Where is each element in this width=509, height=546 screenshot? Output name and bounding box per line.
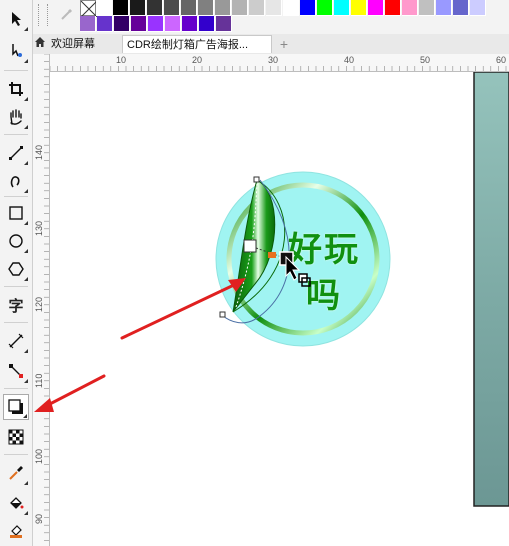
hand-icon <box>10 109 22 125</box>
vertical-ruler[interactable]: 140 130 120 110 100 90 <box>32 54 50 546</box>
ellipse-icon <box>9 234 23 248</box>
eyedropper-tool[interactable] <box>3 460 29 486</box>
text-icon: 字 <box>8 296 24 315</box>
toolbox: 字 <box>0 0 33 546</box>
dimension-line-icon <box>8 333 24 349</box>
crop-tool[interactable] <box>3 76 29 102</box>
hruler-label: 30 <box>268 55 279 65</box>
hruler-label: 20 <box>192 55 203 65</box>
vruler-label: 100 <box>34 448 44 464</box>
color-swatch[interactable] <box>96 0 112 16</box>
color-swatch[interactable] <box>385 0 401 16</box>
poster-background[interactable] <box>473 72 509 507</box>
color-swatch[interactable] <box>351 0 367 16</box>
eyedropper-icon[interactable] <box>60 6 74 20</box>
tab-document-label: CDR绘制灯箱广告海报... <box>127 39 248 51</box>
home-icon <box>34 36 46 48</box>
color-swatch[interactable] <box>249 0 265 16</box>
smart-fill-icon <box>10 525 22 538</box>
tab-welcome-label: 欢迎屏幕 <box>51 38 95 50</box>
color-swatch[interactable] <box>165 16 181 32</box>
checkerboard-icon <box>8 429 24 445</box>
color-swatch[interactable] <box>232 0 248 16</box>
horizontal-ruler[interactable]: 10 20 30 40 50 60 <box>50 54 509 72</box>
rectangle-tool[interactable] <box>3 200 29 226</box>
artistic-media-tool[interactable] <box>3 168 29 194</box>
color-swatch[interactable] <box>131 16 147 32</box>
vruler-label: 120 <box>34 296 44 312</box>
eyedropper-icon <box>9 466 23 480</box>
connector-tool[interactable] <box>3 358 29 384</box>
color-swatch[interactable] <box>419 0 435 16</box>
text-tool[interactable]: 字 <box>3 292 29 318</box>
document-tab-bar: 欢迎屏幕 CDR绘制灯箱广告海报... + <box>32 34 509 55</box>
color-swatch[interactable] <box>317 0 333 16</box>
hruler-label: 60 <box>496 55 507 65</box>
color-swatch[interactable] <box>164 0 180 16</box>
color-swatch[interactable] <box>453 0 469 16</box>
pan-tool[interactable] <box>3 104 29 130</box>
freehand-tool[interactable] <box>3 140 29 166</box>
color-swatch[interactable] <box>80 16 96 32</box>
palette-scroll-handle[interactable] <box>38 4 48 26</box>
color-swatch[interactable] <box>436 0 452 16</box>
drawing-canvas[interactable]: 好玩 吗 <box>50 72 509 546</box>
color-swatch[interactable] <box>300 0 316 16</box>
hruler-label: 40 <box>344 55 355 65</box>
interactive-fill-tool[interactable] <box>3 490 29 516</box>
color-swatch[interactable] <box>181 0 197 16</box>
badge-text-line1[interactable]: 好玩 <box>288 222 360 271</box>
tab-document[interactable]: CDR绘制灯箱广告海报... <box>122 35 272 53</box>
paint-bucket-icon <box>10 497 24 509</box>
vruler-label: 90 <box>34 513 44 524</box>
new-tab-button[interactable]: + <box>276 35 292 53</box>
ellipse-tool[interactable] <box>3 228 29 254</box>
pick-tool[interactable] <box>3 6 29 32</box>
parallel-dimension-tool[interactable] <box>3 328 29 354</box>
polygon-icon <box>8 262 24 276</box>
connector-icon <box>9 364 23 378</box>
color-swatch[interactable] <box>216 16 232 32</box>
color-swatch[interactable] <box>402 0 418 16</box>
pointer-icon <box>12 12 21 26</box>
color-swatch[interactable] <box>182 16 198 32</box>
polygon-tool[interactable] <box>3 256 29 282</box>
annotation-arrow-to-toolbox <box>34 374 106 412</box>
color-swatch[interactable] <box>283 0 299 16</box>
color-swatch[interactable] <box>199 16 215 32</box>
color-swatch[interactable] <box>470 0 486 16</box>
smart-fill-tool[interactable] <box>3 518 29 544</box>
color-swatch[interactable] <box>113 0 129 16</box>
color-swatch[interactable] <box>334 0 350 16</box>
color-swatch[interactable] <box>130 0 146 16</box>
drop-shadow-icon <box>8 399 23 414</box>
color-swatch[interactable] <box>266 0 282 16</box>
vruler-label: 130 <box>34 220 44 236</box>
hruler-label: 10 <box>116 55 127 65</box>
color-palette <box>32 0 509 34</box>
badge-text-line2[interactable]: 吗 <box>306 268 340 317</box>
rectangle-icon <box>9 206 23 220</box>
color-swatch[interactable] <box>147 0 163 16</box>
no-color-swatch[interactable] <box>80 0 98 18</box>
drop-shadow-tool[interactable] <box>3 394 29 420</box>
brush-curve-icon <box>10 176 20 188</box>
shape-edit-icon <box>12 44 22 57</box>
color-swatch[interactable] <box>97 16 113 32</box>
freehand-icon <box>9 146 23 160</box>
color-swatch[interactable] <box>215 0 231 16</box>
vruler-label: 140 <box>34 144 44 160</box>
color-swatch[interactable] <box>148 16 164 32</box>
transparency-tool[interactable] <box>3 424 29 450</box>
color-swatch[interactable] <box>114 16 130 32</box>
shape-tool[interactable] <box>3 38 29 64</box>
tab-welcome[interactable]: 欢迎屏幕 <box>34 35 118 53</box>
color-swatch[interactable] <box>368 0 384 16</box>
crop-icon <box>9 82 23 96</box>
color-swatch[interactable] <box>198 0 214 16</box>
hruler-label: 50 <box>420 55 431 65</box>
